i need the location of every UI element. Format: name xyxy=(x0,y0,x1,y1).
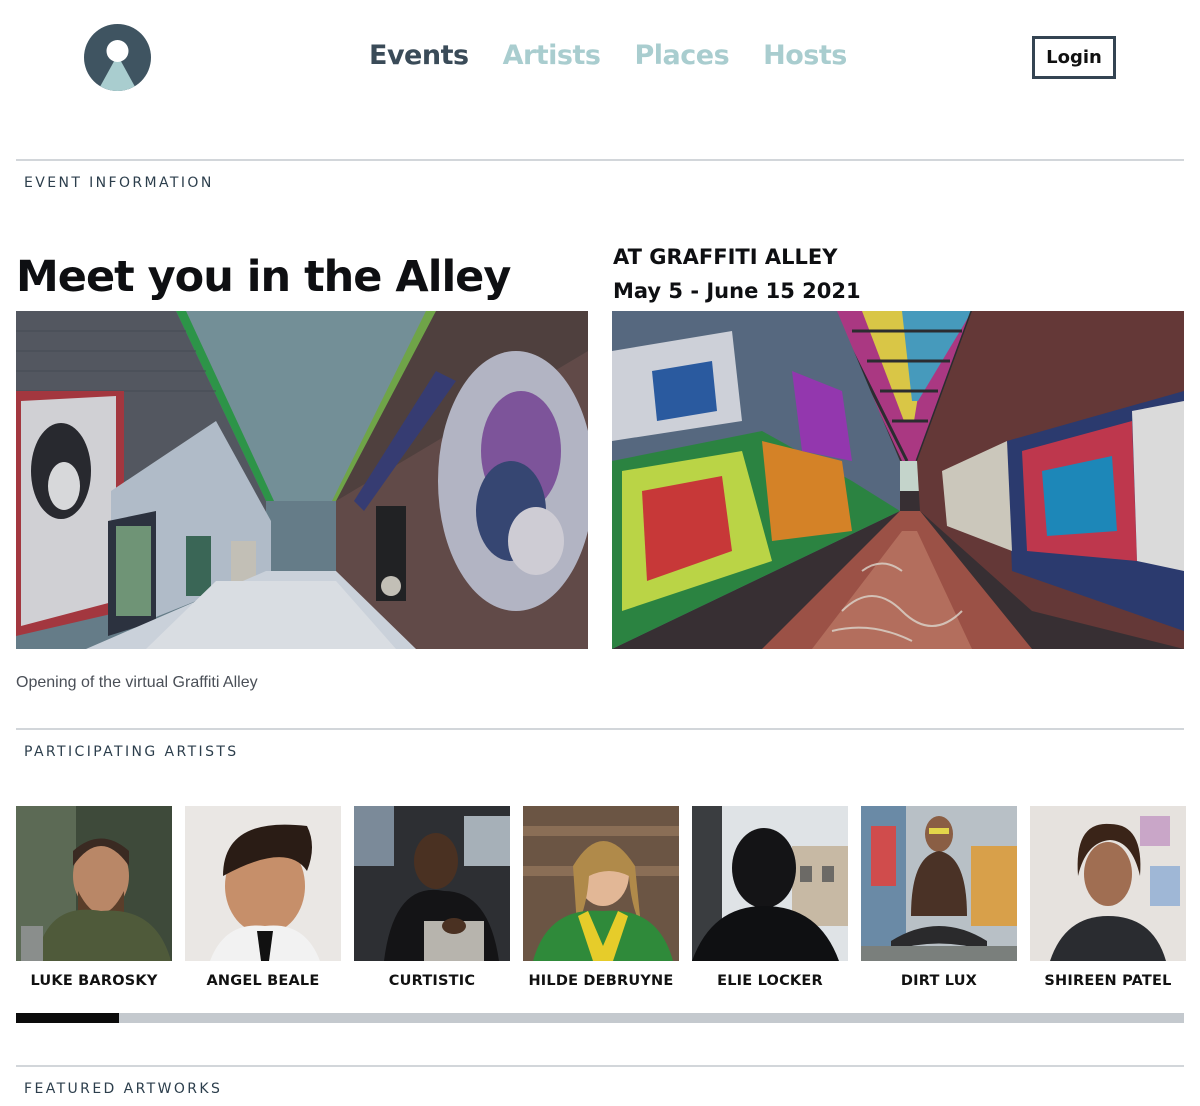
section-label-event-information: EVENT INFORMATION xyxy=(24,175,214,191)
event-venue: AT GRAFFITI ALLEY xyxy=(613,245,838,269)
artist-card[interactable]: LUKE BAROSKY xyxy=(16,806,172,989)
artist-photo xyxy=(185,806,341,961)
artist-card[interactable]: HILDE DEBRUYNE xyxy=(523,806,679,989)
artist-name: LUKE BAROSKY xyxy=(30,973,158,989)
nav-artists[interactable]: Artists xyxy=(503,40,601,71)
event-title: Meet you in the Alley xyxy=(16,252,511,302)
event-caption: Opening of the virtual Graffiti Alley xyxy=(16,674,258,691)
divider xyxy=(16,1065,1184,1067)
artist-photo xyxy=(523,806,679,961)
graffiti-alley-photo xyxy=(612,311,1184,649)
nav-hosts[interactable]: Hosts xyxy=(763,40,847,71)
nav-events[interactable]: Events xyxy=(369,40,469,71)
divider xyxy=(16,159,1184,161)
artist-card[interactable]: CURTISTIC xyxy=(354,806,510,989)
artist-name: CURTISTIC xyxy=(388,973,476,989)
artist-card[interactable]: ELIE LOCKER xyxy=(692,806,848,989)
artist-photo xyxy=(861,806,1017,961)
event-venue-dates: AT GRAFFITI ALLEY May 5 - June 15 2021 xyxy=(613,240,861,308)
site-logo[interactable] xyxy=(84,24,151,91)
event-dates: May 5 - June 15 2021 xyxy=(613,279,861,303)
artist-carousel-scrollbar[interactable] xyxy=(16,1013,1184,1023)
section-label-featured-artworks: FEATURED ARTWORKS xyxy=(24,1081,223,1097)
artist-photo xyxy=(692,806,848,961)
main-nav: Events Artists Places Hosts xyxy=(369,40,847,71)
login-button[interactable]: Login xyxy=(1032,36,1116,79)
artist-name: HILDE DEBRUYNE xyxy=(528,973,674,989)
artist-name: DIRT LUX xyxy=(900,973,978,989)
nav-places[interactable]: Places xyxy=(634,40,729,71)
artist-card[interactable]: DIRT LUX xyxy=(861,806,1017,989)
artist-card[interactable]: ANGEL BEALE xyxy=(185,806,341,989)
artist-photo xyxy=(16,806,172,961)
divider xyxy=(16,728,1184,730)
artist-name: ELIE LOCKER xyxy=(717,973,823,989)
artist-name: SHIREEN PATEL xyxy=(1044,973,1172,989)
section-label-participating-artists: PARTICIPATING ARTISTS xyxy=(24,744,239,760)
scrollbar-thumb[interactable] xyxy=(16,1013,119,1023)
logo-icon xyxy=(84,24,151,91)
artist-name: ANGEL BEALE xyxy=(206,973,320,989)
artist-photo xyxy=(1030,806,1186,961)
virtual-alley-image xyxy=(16,311,588,649)
artist-carousel: LUKE BAROSKY ANGEL BEALE CURTISTIC HILDE… xyxy=(16,806,1186,989)
site-header: Events Artists Places Hosts Login xyxy=(0,0,1200,120)
artist-photo xyxy=(354,806,510,961)
artist-card[interactable]: SHIREEN PATEL xyxy=(1030,806,1186,989)
